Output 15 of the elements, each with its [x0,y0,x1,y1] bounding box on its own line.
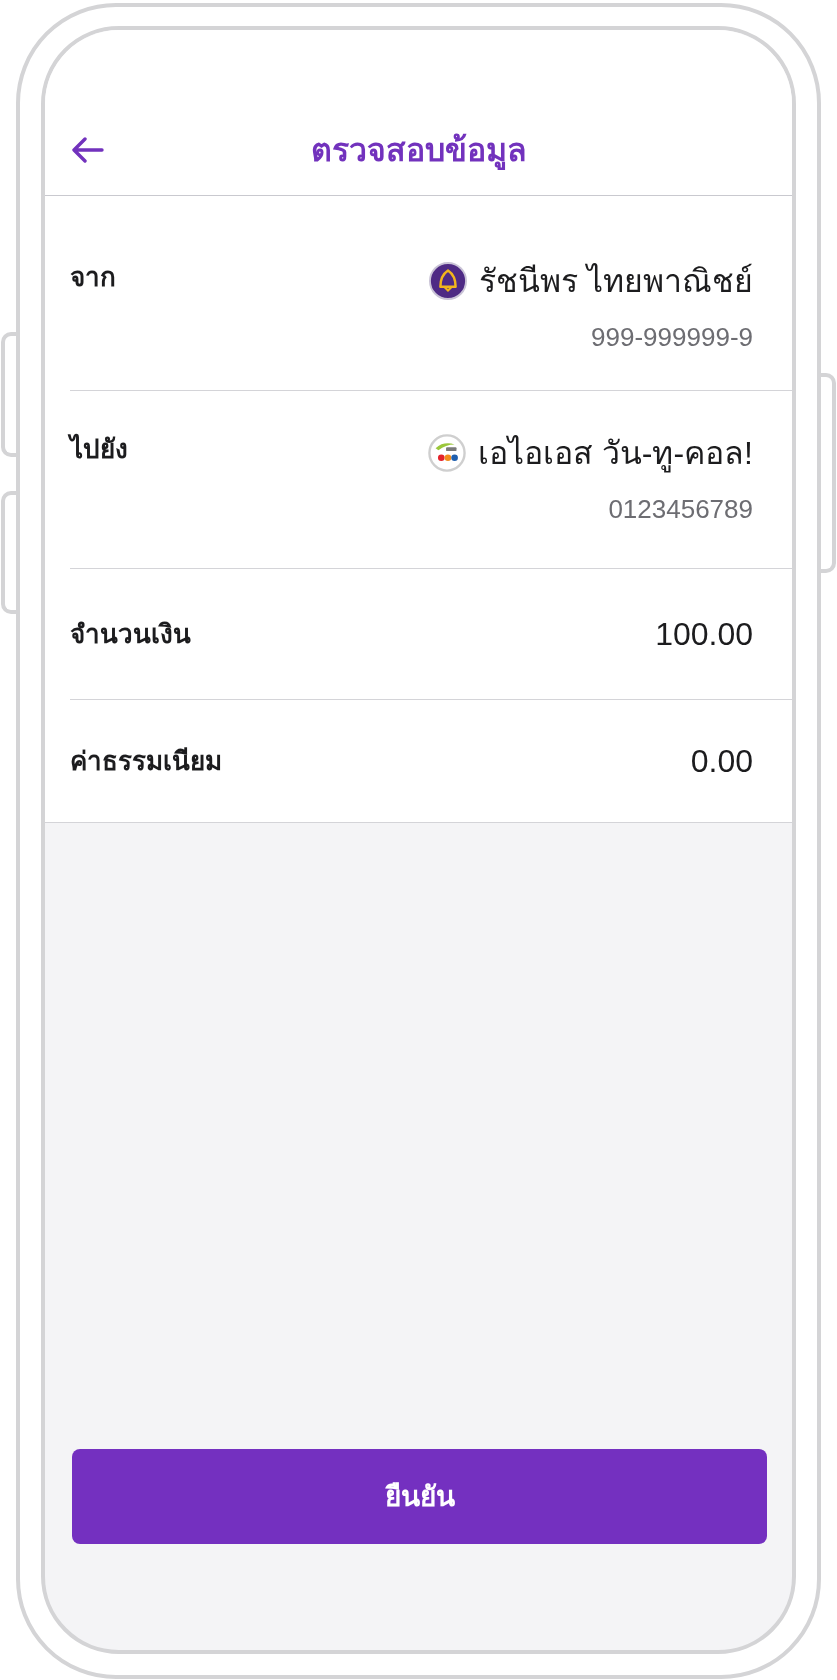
account-name: รัชนีพร ไทยพาณิชย์ [479,262,753,301]
back-arrow-icon [72,137,104,163]
field-label: ค่าธรรมเนียม [70,745,222,778]
account-name: เอไอเอส วัน-ทู-คอล! [477,434,753,475]
amount-value: 100.00 [655,615,753,654]
field-label: จาก [70,261,116,294]
page-title: ตรวจสอบข้อมูล [310,131,527,171]
confirm-button[interactable]: ยืนยัน [72,1449,767,1544]
account-number: 999-999999-9 [591,321,753,354]
back-button[interactable] [72,137,104,163]
logo-icon [429,262,468,300]
field-label: จำนวนเงิน [70,618,191,651]
account-number: 0123456789 [608,493,753,526]
amount-value: 0.00 [690,742,753,781]
logo-icon [427,434,466,472]
